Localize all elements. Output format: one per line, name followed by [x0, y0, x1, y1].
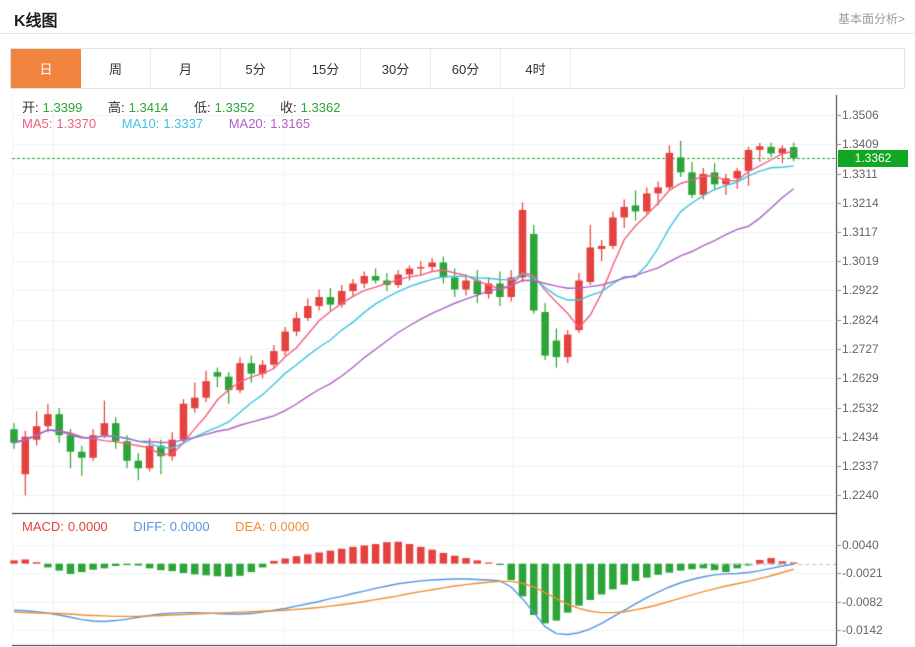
y-axis-label: 1.3117 [842, 224, 878, 239]
tab-monthly[interactable]: 月 [151, 49, 221, 88]
tab-5min[interactable]: 5分 [221, 49, 291, 88]
y-axis-label: -0.0142 [842, 622, 883, 637]
dea-value: 0.0000 [269, 519, 310, 534]
ohlc-readout: 开: 1.3399 高: 1.3414 低: 1.3352 收: 1.3362 [22, 97, 344, 116]
tab-daily[interactable]: 日 [11, 49, 81, 88]
high-value: 1.3414 [128, 100, 169, 115]
ma20-label: MA20: [228, 116, 267, 131]
y-axis-label: 1.3019 [842, 254, 879, 269]
open-value: 1.3399 [42, 100, 83, 115]
ma5-value: 1.3370 [56, 116, 97, 131]
y-axis-label: -0.0021 [842, 566, 883, 581]
y-axis-label: 1.2434 [842, 430, 879, 445]
tab-4hour[interactable]: 4时 [501, 49, 571, 88]
y-axis-label: -0.0082 [842, 594, 883, 609]
last-price-badge: 1.3362 [838, 150, 908, 167]
open-label: 开: [22, 100, 39, 115]
y-axis-label: 1.2922 [842, 283, 879, 298]
ma5-label: MA5: [22, 116, 53, 131]
diff-label: DIFF: [133, 519, 166, 534]
kline-page: { "header": { "title": "K线图", "link_labe… [0, 0, 915, 647]
tab-60min[interactable]: 60分 [431, 49, 501, 88]
header-divider [0, 33, 915, 34]
ma20-value: 1.3165 [270, 116, 311, 131]
high-label: 高: [108, 100, 125, 115]
y-axis-label: 1.2824 [842, 312, 879, 327]
y-axis-label: 1.2240 [842, 488, 879, 503]
macd-readout: MACD: 0.0000 DIFF: 0.0000 DEA: 0.0000 [22, 519, 313, 534]
fundamental-analysis-link[interactable]: 基本面分析> [838, 10, 905, 27]
y-axis-label: 1.2629 [842, 371, 879, 386]
macd-value: 0.0000 [67, 519, 108, 534]
low-label: 低: [194, 100, 211, 115]
interval-tabbar: 日 周 月 5分 15分 30分 60分 4时 [10, 48, 905, 89]
close-value: 1.3362 [300, 100, 341, 115]
y-axis-label: 1.3214 [842, 195, 879, 210]
tab-weekly[interactable]: 周 [81, 49, 151, 88]
dea-label: DEA: [235, 519, 266, 534]
y-axis-label: 0.0040 [842, 538, 879, 552]
ma10-label: MA10: [121, 116, 160, 131]
macd-label: MACD: [22, 519, 64, 534]
ma10-value: 1.3337 [163, 116, 204, 131]
y-axis-label: 1.2337 [842, 459, 879, 474]
y-axis-label: 1.2727 [842, 342, 879, 356]
y-axis-label: 1.3311 [842, 166, 878, 181]
y-axis-label: 1.3506 [842, 108, 879, 122]
y-axis-label: 1.2532 [842, 400, 879, 415]
tab-30min[interactable]: 30分 [361, 49, 431, 88]
page-title: K线图 [14, 13, 58, 30]
low-value: 1.3352 [214, 100, 255, 115]
diff-value: 0.0000 [169, 519, 210, 534]
ma-readout: MA5: 1.3370 MA10: 1.3337 MA20: 1.3165 [22, 116, 314, 131]
close-label: 收: [280, 100, 297, 115]
tab-15min[interactable]: 15分 [291, 49, 361, 88]
